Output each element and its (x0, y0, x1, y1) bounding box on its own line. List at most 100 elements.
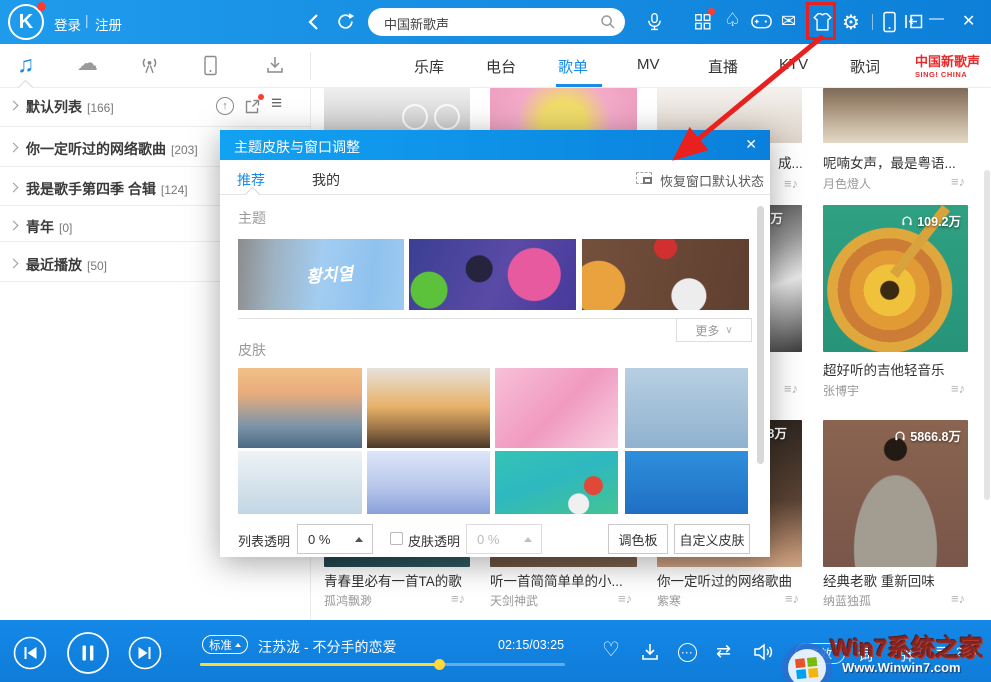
tab-library[interactable]: 乐库 (414, 56, 444, 77)
theme-thumb-monsters[interactable] (409, 239, 576, 310)
mini-mode-icon[interactable] (904, 13, 923, 30)
playlist-artist[interactable]: 天剑神武 (490, 592, 538, 609)
playlist-title[interactable]: 听一首简简单单的小... (490, 570, 640, 590)
radio-icon[interactable] (139, 55, 160, 76)
playlist-title[interactable]: 呢喃女声，最是粤语... (823, 152, 968, 172)
playlist-artist[interactable]: 纳蓝独孤 (823, 592, 871, 609)
close-icon[interactable]: ✕ (962, 11, 975, 31)
restore-window-icon[interactable] (636, 172, 652, 184)
volume-icon[interactable] (753, 642, 775, 662)
back-icon[interactable] (306, 11, 322, 33)
now-playing-title[interactable]: 汪苏泷 - 不分手的恋爱 (258, 637, 396, 657)
playlist-title[interactable]: 经典老歌 重新回味 (823, 570, 968, 590)
next-track-button[interactable] (128, 636, 162, 670)
add-to-queue-icon[interactable]: ≡♪ (784, 381, 798, 396)
download-song-icon[interactable] (640, 642, 660, 662)
tab-radio[interactable]: 电台 (486, 56, 516, 77)
stepper-up-icon[interactable] (355, 537, 363, 542)
custom-skin-button[interactable]: 自定义皮肤 (674, 524, 750, 554)
download-manager-icon[interactable] (265, 55, 285, 75)
progress-knob[interactable] (434, 659, 445, 670)
login-link[interactable]: 登录 (54, 14, 81, 34)
skin-thumb-blue-mountains[interactable] (367, 451, 490, 514)
dialog-scrollbar[interactable] (757, 206, 764, 464)
skin-thumb-deer-fog[interactable] (625, 368, 748, 448)
register-link[interactable]: 注册 (95, 14, 122, 34)
list-opacity-stepper[interactable]: 0 % (297, 524, 373, 554)
playlist-artist[interactable]: 张博宇 (823, 382, 859, 399)
quality-selector[interactable]: 标准 (202, 635, 248, 654)
play-order-icon[interactable]: ⇄ (716, 641, 731, 662)
skin-thumb-misty-mountains[interactable] (238, 451, 362, 514)
pause-button[interactable] (66, 631, 110, 675)
playlist-cover[interactable] (324, 557, 470, 567)
scrollbar[interactable] (984, 170, 990, 500)
music-recognition-icon[interactable] (644, 11, 665, 33)
playlist-artist[interactable]: 紫寒 (657, 592, 681, 609)
playlist-cover[interactable]: 109.2万 (823, 204, 968, 352)
playlist-queue-icon[interactable]: ≡ (936, 641, 946, 661)
tab-playlist[interactable]: 歌单 (558, 56, 588, 77)
minimize-icon[interactable]: — (929, 10, 944, 27)
previous-track-button[interactable] (13, 636, 47, 670)
search-icon[interactable] (600, 14, 616, 30)
palette-button[interactable]: 调色板 (608, 524, 668, 554)
mail-icon[interactable]: ✉ (781, 11, 796, 32)
playlist-cover[interactable]: 5866.8万 (823, 420, 968, 567)
playlist-title[interactable]: 你一定听过的网络歌曲 (657, 570, 802, 590)
list-menu-icon[interactable]: ≡ (271, 93, 282, 115)
search-input[interactable] (382, 12, 596, 34)
playlist-cover[interactable] (823, 88, 968, 143)
theme-thumb-cats[interactable] (582, 239, 749, 310)
sing-china-logo[interactable]: 中国新歌声 SING! CHINA (915, 51, 987, 79)
list-opacity-value: 0 % (308, 532, 331, 547)
device-icon[interactable] (203, 55, 218, 76)
playlist-title[interactable]: 超好听的吉他轻音乐 (823, 359, 968, 379)
add-to-queue-icon[interactable]: ≡♪ (451, 591, 465, 606)
skin-thumb-city-sunset[interactable] (238, 368, 362, 448)
skin-opacity-value: 0 % (477, 532, 500, 547)
favorite-heart-icon[interactable]: ♡ (602, 640, 620, 660)
playlist-artist[interactable]: 孤鸿飘渺 (324, 592, 372, 609)
refresh-icon[interactable] (334, 10, 357, 33)
playlist-artist[interactable]: 月色燈人 (823, 175, 871, 192)
more-options-icon[interactable]: ··· (678, 643, 697, 662)
skin-thumb-cherry-blossom[interactable] (495, 368, 618, 448)
spade-icon[interactable]: ♤ (724, 9, 741, 32)
playlist-cover[interactable] (490, 557, 637, 567)
upload-list-icon[interactable]: ↑ (216, 97, 234, 115)
sound-effect-button[interactable]: 音效 (795, 643, 845, 664)
dialog-tab-mine[interactable]: 我的 (312, 170, 340, 190)
cloud-icon[interactable]: ☁ (77, 51, 98, 76)
add-to-queue-icon[interactable]: ≡♪ (951, 591, 965, 606)
add-to-queue-icon[interactable]: ≡♪ (951, 174, 965, 189)
skin-opacity-checkbox[interactable] (390, 532, 403, 545)
tab-mv[interactable]: MV (637, 56, 660, 73)
desktop-lyrics-button[interactable]: 词 (858, 644, 873, 665)
danmu-button[interactable]: 弹 (900, 644, 915, 665)
restore-window-label[interactable]: 恢复窗口默认状态 (660, 171, 764, 190)
local-music-icon[interactable]: ♫ (17, 51, 34, 78)
phone-icon[interactable] (882, 11, 897, 33)
skin-thumb-tree-sunrise[interactable] (367, 368, 490, 448)
skin-thumb-whale[interactable] (625, 451, 748, 514)
settings-gear-icon[interactable]: ⚙ (842, 10, 860, 35)
search-box[interactable] (368, 8, 625, 36)
more-themes-button[interactable]: 更多 ∨ (676, 318, 752, 342)
share-list-icon[interactable] (244, 98, 261, 115)
theme-thumb-hwang[interactable]: 황치열 (238, 239, 404, 310)
tab-live[interactable]: 直播 (708, 56, 738, 77)
progress-track[interactable] (200, 659, 565, 670)
playlist-title-partial[interactable]: 成... (778, 152, 803, 172)
add-to-queue-icon[interactable]: ≡♪ (785, 591, 799, 606)
apps-grid-icon[interactable] (694, 13, 712, 31)
tab-lyrics[interactable]: 歌词 (850, 56, 880, 77)
skin-thumb-cartoon-island[interactable] (495, 451, 618, 514)
add-to-queue-icon[interactable]: ≡♪ (618, 591, 632, 606)
add-to-queue-icon[interactable]: ≡♪ (951, 381, 965, 396)
tab-ktv[interactable]: KTV (779, 56, 808, 73)
dialog-close-icon[interactable]: ✕ (745, 136, 757, 153)
add-to-queue-icon[interactable]: ≡♪ (784, 176, 798, 191)
game-icon[interactable] (751, 14, 772, 29)
playlist-title[interactable]: 青春里必有一首TA的歌 (324, 570, 482, 590)
